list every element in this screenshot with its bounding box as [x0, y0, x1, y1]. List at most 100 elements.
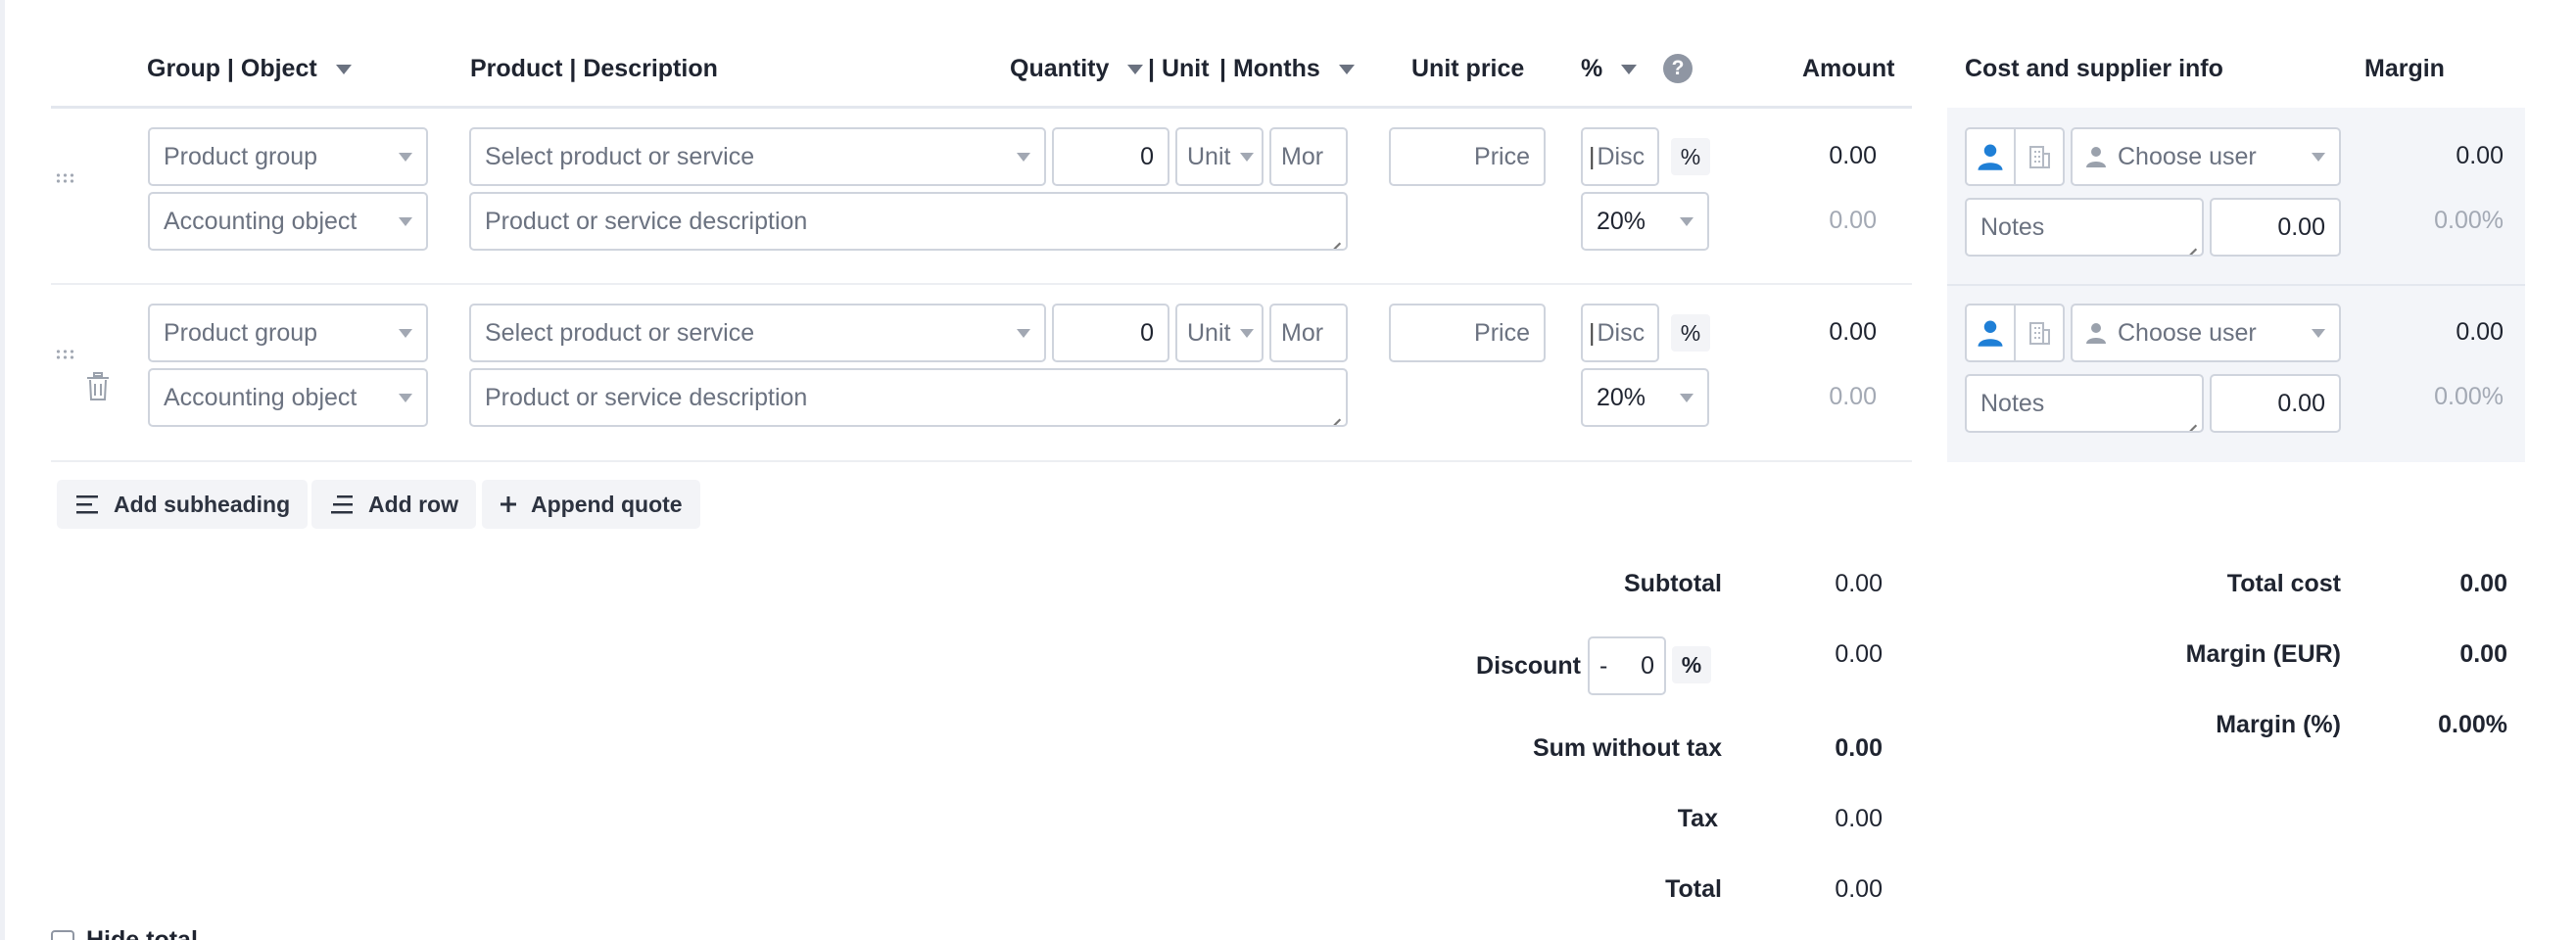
quantity-input[interactable]: 0 — [1052, 127, 1169, 186]
cost-input[interactable]: 0.00 — [2210, 198, 2341, 257]
header-months[interactable]: | Months — [1219, 55, 1355, 83]
help-icon[interactable]: ? — [1663, 54, 1693, 83]
left-edge-rule — [0, 0, 5, 940]
tax-value: 0.00 — [1835, 805, 1883, 832]
company-supplier-toggle[interactable] — [2016, 127, 2065, 186]
dropdown-arrow-icon — [1680, 394, 1693, 402]
header-divider — [51, 106, 1912, 109]
building-icon — [2029, 322, 2050, 345]
sort-caret-icon — [1621, 65, 1638, 75]
resize-handle-icon[interactable] — [1329, 408, 1341, 420]
row-amount-tax: 0.00 — [1829, 207, 1877, 234]
total-cost-value: 0.00 — [2459, 570, 2507, 597]
sum-without-tax-label: Sum without tax — [1532, 734, 1722, 762]
dropdown-arrow-icon — [1017, 329, 1030, 338]
building-icon — [2029, 146, 2050, 168]
months-input[interactable]: Mor — [1269, 127, 1348, 186]
row-margin-percent: 0.00% — [2434, 383, 2504, 410]
accounting-object-select[interactable]: Accounting object — [148, 368, 428, 427]
cost-input[interactable]: 0.00 — [2210, 374, 2341, 433]
subheading-icon — [76, 495, 98, 514]
discount-percent-toggle[interactable]: % — [1671, 314, 1710, 352]
person-icon — [2086, 323, 2106, 344]
margin-percent-label: Margin (%) — [2216, 711, 2341, 738]
header-unit-price: Unit price — [1411, 55, 1525, 82]
months-input[interactable]: Mor — [1269, 304, 1348, 362]
dropdown-arrow-icon — [1680, 217, 1693, 226]
unit-select[interactable]: Unit — [1175, 127, 1264, 186]
sort-caret-icon — [1338, 65, 1355, 75]
user-supplier-toggle[interactable] — [1965, 127, 2016, 186]
header-amount: Amount — [1802, 55, 1895, 82]
person-icon — [2086, 147, 2106, 167]
resize-handle-icon[interactable] — [1329, 232, 1341, 244]
subtotal-label: Subtotal — [1624, 570, 1722, 597]
description-textarea[interactable]: Product or service description — [469, 368, 1348, 427]
description-textarea[interactable]: Product or service description — [469, 192, 1348, 251]
discount-percent-toggle[interactable]: % — [1671, 138, 1710, 175]
margin-percent-value: 0.00% — [2438, 711, 2507, 738]
row-margin: 0.00 — [2456, 318, 2504, 346]
drag-handle-icon[interactable] — [55, 172, 74, 184]
add-row-button[interactable]: Add row — [311, 480, 476, 529]
sort-caret-icon — [335, 65, 352, 75]
unit-price-input[interactable]: Price — [1389, 304, 1546, 362]
hide-total-checkbox[interactable] — [51, 930, 74, 940]
header-group-object[interactable]: Group | Object — [147, 55, 352, 83]
sort-caret-icon — [1127, 65, 1144, 75]
margin-eur-value: 0.00 — [2459, 640, 2507, 668]
product-select[interactable]: Select product or service — [469, 127, 1046, 186]
accounting-object-select[interactable]: Accounting object — [148, 192, 428, 251]
header-margin: Margin — [2364, 55, 2445, 82]
discount-input[interactable]: | Disc — [1581, 304, 1659, 362]
notes-textarea[interactable]: Notes — [1965, 374, 2204, 433]
unit-price-input[interactable]: Price — [1389, 127, 1546, 186]
trash-icon[interactable] — [85, 372, 111, 406]
drag-handle-icon[interactable] — [55, 349, 74, 360]
quantity-input[interactable]: 0 — [1052, 304, 1169, 362]
total-discount-input[interactable]: - 0 — [1588, 636, 1666, 695]
product-select[interactable]: Select product or service — [469, 304, 1046, 362]
tax-rate-select[interactable]: 20% — [1581, 192, 1709, 251]
dropdown-arrow-icon — [399, 329, 412, 338]
header-cost-supplier: Cost and supplier info — [1965, 55, 2223, 82]
header-unit: | Unit — [1148, 55, 1210, 82]
header-percent[interactable]: % — [1581, 55, 1638, 83]
choose-user-select[interactable]: Choose user — [2071, 304, 2341, 362]
dropdown-arrow-icon — [399, 394, 412, 402]
person-icon — [1978, 320, 2003, 347]
total-cost-label: Total cost — [2226, 570, 2341, 597]
text-cursor: | — [1589, 142, 1596, 170]
total-discount-percent-toggle[interactable]: % — [1672, 646, 1711, 683]
row-divider — [51, 283, 1912, 285]
resize-handle-icon[interactable] — [2185, 414, 2197, 426]
sum-without-tax-value: 0.00 — [1835, 734, 1883, 762]
product-group-select[interactable]: Product group — [148, 127, 428, 186]
choose-user-select[interactable]: Choose user — [2071, 127, 2341, 186]
product-group-select[interactable]: Product group — [148, 304, 428, 362]
discount-input[interactable]: | Disc — [1581, 127, 1659, 186]
user-supplier-toggle[interactable] — [1965, 304, 2016, 362]
header-product-description: Product | Description — [470, 55, 718, 82]
add-subheading-button[interactable]: Add subheading — [57, 480, 309, 529]
row-amount: 0.00 — [1829, 142, 1877, 169]
dropdown-arrow-icon — [2312, 153, 2325, 162]
list-icon — [331, 495, 353, 514]
unit-select[interactable]: Unit — [1175, 304, 1264, 362]
cost-panel-divider — [1947, 284, 2525, 286]
margin-eur-label: Margin (EUR) — [2185, 640, 2341, 668]
company-supplier-toggle[interactable] — [2016, 304, 2065, 362]
subtotal-value: 0.00 — [1835, 570, 1883, 597]
resize-handle-icon[interactable] — [2185, 238, 2197, 250]
row-margin: 0.00 — [2456, 142, 2504, 169]
header-quantity[interactable]: Quantity — [1010, 55, 1144, 83]
row-divider — [51, 460, 1912, 462]
row-amount-tax: 0.00 — [1829, 383, 1877, 410]
person-icon — [1978, 144, 2003, 170]
append-quote-button[interactable]: Append quote — [482, 480, 700, 529]
tax-rate-select[interactable]: 20% — [1581, 368, 1709, 427]
row-margin-percent: 0.00% — [2434, 207, 2504, 234]
notes-textarea[interactable]: Notes — [1965, 198, 2204, 257]
tax-label: Tax — [1677, 805, 1718, 832]
dropdown-arrow-icon — [2312, 329, 2325, 338]
